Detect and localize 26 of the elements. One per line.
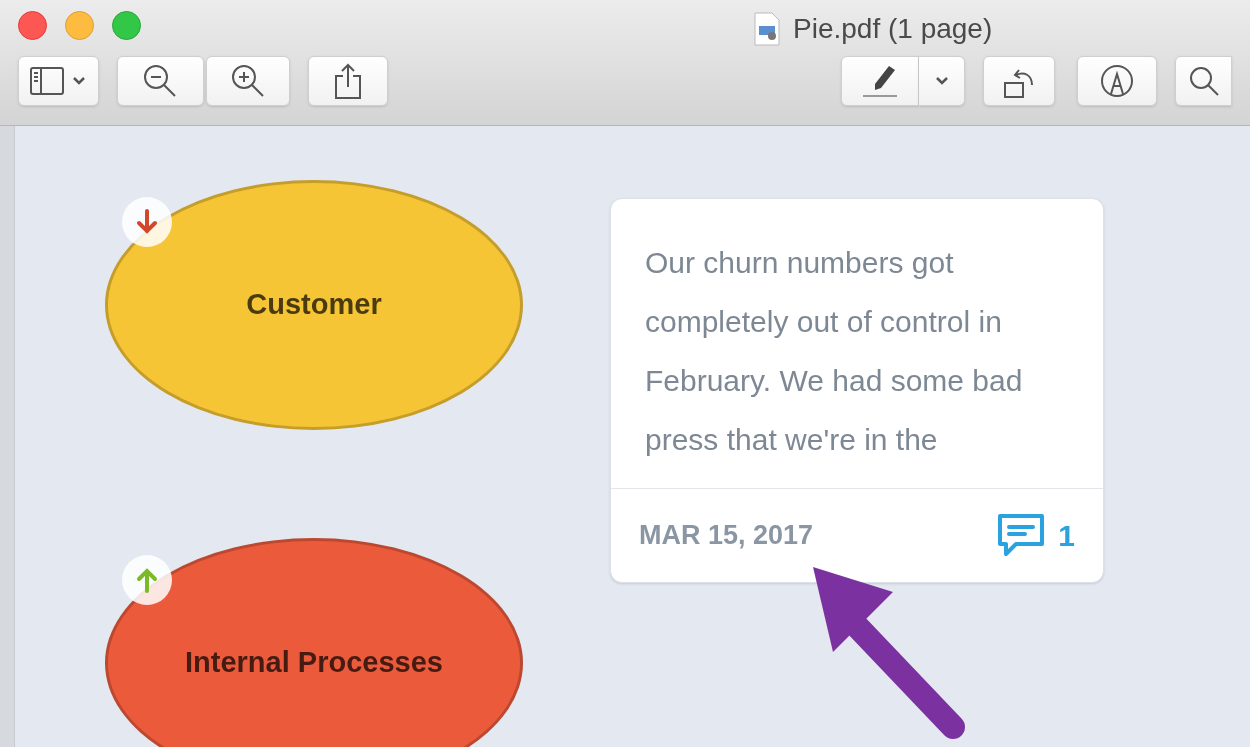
zoom-in-button[interactable] <box>206 56 290 106</box>
node-label: Customer <box>246 287 382 323</box>
search-icon <box>1187 65 1220 97</box>
zoom-out-button[interactable] <box>116 56 204 106</box>
document-icon <box>753 12 781 46</box>
arrow-down-icon <box>136 209 158 235</box>
share-button[interactable] <box>307 56 389 106</box>
zoom-out-icon <box>143 64 178 98</box>
sidebar-toggle-button[interactable] <box>18 56 99 106</box>
search-button[interactable] <box>1175 56 1232 106</box>
card-text: Our churn numbers got completely out of control in February. We had some bad press that we're in the <box>644 245 1024 458</box>
comment-count: 1 <box>1058 518 1075 554</box>
rotate-button[interactable] <box>983 56 1056 106</box>
highlight-button[interactable] <box>841 56 920 106</box>
share-icon <box>333 63 362 99</box>
card-date: MAR 15, 2017 <box>639 519 814 553</box>
chevron-down-icon <box>72 76 87 86</box>
chevron-down-icon <box>934 76 949 86</box>
pen-tip-icon <box>1100 64 1135 98</box>
zoom-in-icon <box>230 64 265 98</box>
sidebar-icon <box>30 67 65 95</box>
node-label: Internal Processes <box>185 645 443 681</box>
arrow-up-icon <box>136 567 158 593</box>
window-title: Pie.pdf (1 page) <box>793 12 993 46</box>
close-window-button[interactable] <box>18 10 47 40</box>
markup-button[interactable] <box>1077 56 1158 106</box>
